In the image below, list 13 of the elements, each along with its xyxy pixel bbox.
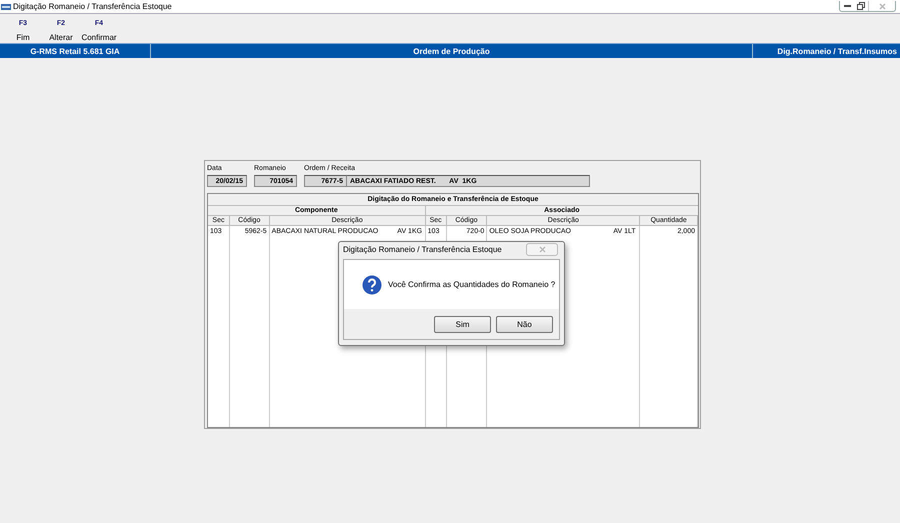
app-version: G-RMS Retail 5.681 GIA <box>0 44 151 58</box>
app-icon <box>1 4 11 10</box>
dialog-title: Digitação Romaneio / Transferência Estoque <box>343 245 502 254</box>
minimize-icon[interactable] <box>844 5 850 7</box>
module-title: Ordem de Produção <box>151 44 753 58</box>
dialog-button[interactable]: Não <box>496 316 553 332</box>
close-icon <box>538 246 546 253</box>
screen-title: Dig.Romaneio / Transf.Insumos <box>776 46 898 58</box>
question-icon <box>362 274 382 294</box>
restore-icon[interactable] <box>857 2 865 10</box>
dialog-message: Você Confirma as Quantidades do Romaneio ? <box>388 280 556 289</box>
dialog-button[interactable]: Sim <box>434 316 491 332</box>
window-title: Digitação Romaneio / Transferência Estoque <box>13 2 172 11</box>
